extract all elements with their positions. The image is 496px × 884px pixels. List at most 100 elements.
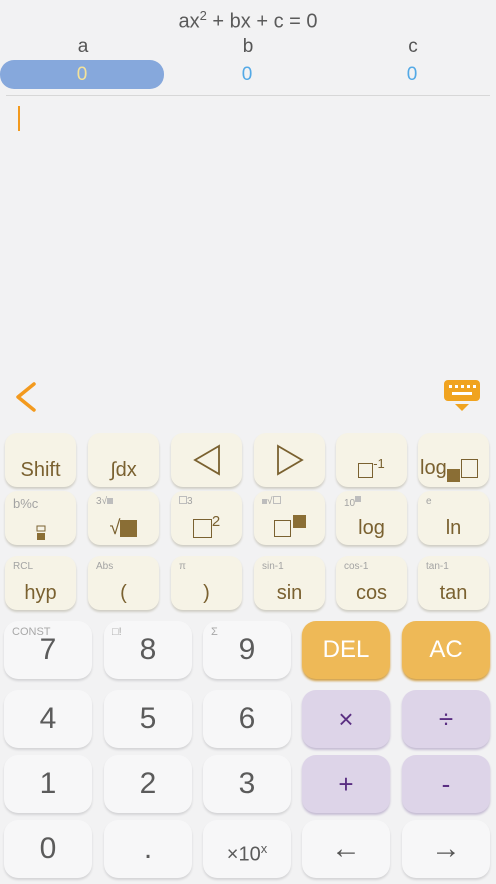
ln-key-top: e	[426, 496, 432, 507]
shift-key-label: Shift	[20, 459, 61, 481]
cursor-left-key[interactable]	[171, 433, 242, 487]
key-2[interactable]: 2	[104, 755, 192, 813]
key-8[interactable]: □! 8	[104, 621, 192, 679]
right-paren-key-top: π	[179, 561, 186, 572]
log-key-label: log	[358, 517, 385, 539]
sin-key-label: sin	[276, 582, 303, 604]
coef-c-value[interactable]: 0	[330, 60, 494, 89]
power-key-label	[254, 515, 325, 540]
minus-button-label: -	[441, 769, 451, 799]
right-paren-key[interactable]: π)	[171, 556, 242, 610]
multiply-button[interactable]: ×	[302, 690, 390, 748]
ln-key[interactable]: e ln	[418, 491, 489, 545]
sin-key[interactable]: sin-1 sin	[254, 556, 325, 610]
cube-root-index: 3	[96, 496, 102, 507]
sin-key-top: sin-1	[262, 561, 284, 572]
multiply-button-label: ×	[338, 704, 354, 734]
coef-c-label: c	[408, 36, 418, 57]
cube-exponent: 3	[187, 496, 193, 507]
exp-key[interactable]: ×10x	[203, 820, 291, 878]
triangle-right-icon	[277, 444, 304, 476]
cos-key[interactable]: cos-1 cos	[336, 556, 407, 610]
key-9-top: Σ	[211, 626, 218, 638]
ac-button[interactable]: AC	[402, 621, 490, 679]
equation-suffix: + bx + c = 0	[206, 10, 318, 33]
placeholder-box-icon	[273, 520, 291, 538]
equation-prefix: ax	[178, 10, 200, 33]
divider	[6, 95, 490, 96]
square-key-label: 2	[171, 513, 242, 540]
log-key[interactable]: 10 log	[336, 491, 407, 545]
right-paren-key-label: )	[203, 582, 210, 604]
input-cursor[interactable]	[18, 106, 20, 131]
fraction-key[interactable]: b%c	[5, 491, 76, 545]
ln-key-label: ln	[445, 517, 462, 539]
coef-b-label: b	[242, 36, 254, 57]
cos-key-label: cos	[355, 582, 388, 604]
decimal-point-key[interactable]: .	[104, 820, 192, 878]
hyp-key[interactable]: RCL hyp	[5, 556, 76, 610]
small-box-icon	[355, 496, 362, 502]
key-9[interactable]: Σ9	[203, 621, 291, 679]
divide-button[interactable]: ÷	[402, 690, 490, 748]
key-8-label: 8	[139, 633, 157, 666]
key-5[interactable]: 5	[104, 690, 192, 748]
keyboard-icon[interactable]	[443, 379, 481, 413]
equation-exponent: 2	[199, 8, 207, 23]
reciprocal-key[interactable]: -1	[336, 433, 407, 487]
sqrt-key-top: 3√	[96, 496, 114, 507]
small-box-icon	[262, 499, 267, 504]
exp-key-sup: x	[260, 841, 268, 856]
log-base-key[interactable]: log	[418, 433, 489, 487]
key-5-label: 5	[139, 702, 157, 735]
key-4-label: 4	[39, 702, 57, 735]
tan-key-label: tan	[439, 582, 468, 604]
tan-key[interactable]: tan-1 tan	[418, 556, 489, 610]
small-box-icon	[272, 496, 281, 504]
reciprocal-key-label: -1	[336, 456, 407, 482]
divide-button-label: ÷	[438, 704, 454, 734]
sqrt-symbol: √	[109, 517, 121, 539]
tan-key-top: tan-1	[426, 561, 449, 572]
power-key[interactable]: √	[254, 491, 325, 545]
small-box-icon	[179, 496, 187, 504]
integral-key[interactable]: ∫dx	[88, 433, 159, 487]
nth-root-key-top: √	[262, 496, 281, 507]
key-4[interactable]: 4	[4, 690, 92, 748]
plus-button[interactable]: +	[302, 755, 390, 813]
shift-key[interactable]: Shift	[5, 433, 76, 487]
coef-b-value[interactable]: 0	[165, 60, 329, 89]
cursor-right-key[interactable]	[254, 433, 325, 487]
coef-a-value[interactable]: 0	[0, 60, 164, 89]
fraction-icon	[36, 525, 46, 540]
del-button[interactable]: DEL	[302, 621, 390, 679]
minus-button[interactable]: -	[402, 755, 490, 813]
key-8-top: □!	[112, 626, 122, 638]
square-key[interactable]: 3 2	[171, 491, 242, 545]
small-box-icon	[107, 498, 114, 504]
sqrt-key[interactable]: 3√ √	[88, 491, 159, 545]
left-paren-key[interactable]: Abs (	[88, 556, 159, 610]
equation-title: ax2 + bx + c = 0	[0, 0, 496, 33]
placeholder-box-icon	[460, 459, 478, 479]
decimal-point-label: .	[143, 832, 153, 865]
key-0[interactable]: 0	[4, 820, 92, 878]
left-paren-key-label: (	[120, 582, 127, 604]
cursor-left-arrow-key[interactable]: ←	[302, 820, 390, 878]
del-button-label: DEL	[322, 636, 370, 663]
key-7[interactable]: CONST 7	[4, 621, 92, 679]
cube-key-top: 3	[179, 496, 193, 507]
chevron-left-icon[interactable]	[12, 380, 42, 414]
key-6[interactable]: 6	[203, 690, 291, 748]
ten-power-base: 10	[344, 498, 356, 509]
cursor-right-arrow-key[interactable]: →	[402, 820, 490, 878]
key-1[interactable]: 1	[4, 755, 92, 813]
key-6-label: 6	[238, 702, 256, 735]
square-exponent: 2	[211, 513, 221, 531]
cos-key-top: cos-1	[344, 561, 369, 572]
fraction-key-top: b%c	[13, 496, 39, 511]
exp-key-label: ×10	[226, 843, 261, 866]
key-3[interactable]: 3	[203, 755, 291, 813]
reciprocal-exponent: -1	[373, 456, 385, 472]
arrow-right-icon: →	[431, 832, 461, 865]
